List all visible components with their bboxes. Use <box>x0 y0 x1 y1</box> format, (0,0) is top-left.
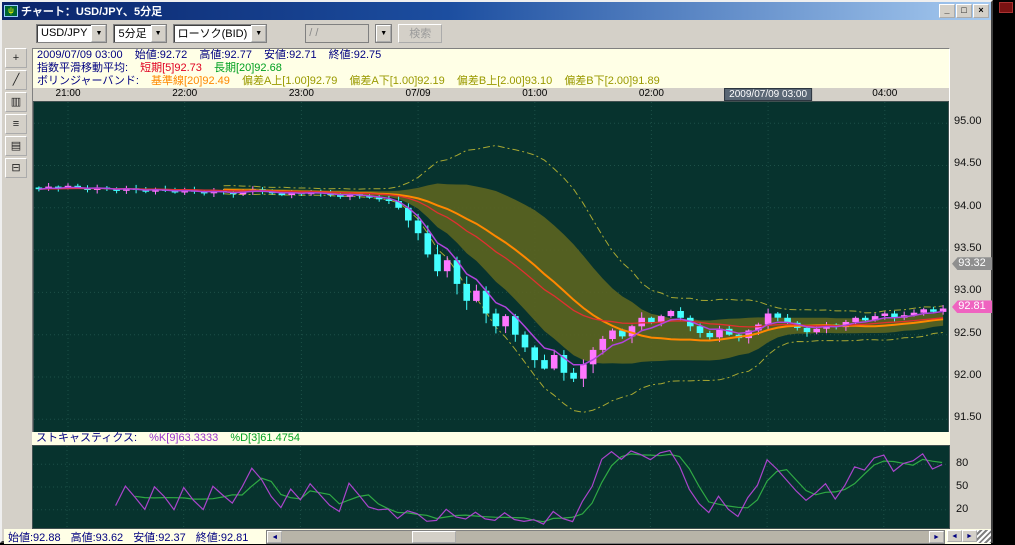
bollinger-label: ボリンジャーバンド: <box>37 75 139 87</box>
list-tool-button[interactable]: ≡ <box>5 114 27 134</box>
maximize-button[interactable]: □ <box>956 4 972 18</box>
stoch-d-value: %D[3]61.4754 <box>230 432 300 444</box>
stoch-k-value: %K[9]63.3333 <box>149 432 218 444</box>
price-tick-label: 92.50 <box>954 327 982 339</box>
stochastics-axis: 80 50 20 <box>954 445 993 529</box>
chart-style-value: ローソク(BID) <box>174 25 252 41</box>
app-icon: ψ <box>4 5 18 17</box>
close-button[interactable]: × <box>973 4 989 18</box>
chevron-down-icon[interactable]: ▼ <box>376 25 391 42</box>
stochastics-legend: ストキャスティクス: %K[9]63.3333 %D[3]61.4754 <box>32 432 950 445</box>
bollinger-legend: ボリンジャーバンド: 基準線[20]92.49 偏差A上[1.00]92.79 … <box>33 75 949 88</box>
price-tick-label: 94.00 <box>954 200 982 212</box>
session-close: 終値:92.81 <box>196 529 249 545</box>
bb-b-up-value: 偏差B上[2.00]93.10 <box>457 75 552 87</box>
ema-long-value: 長期[20]92.68 <box>214 62 282 74</box>
scroll-left-button[interactable]: ◄ <box>267 531 282 543</box>
selected-datetime: 2009/07/09 03:00 <box>37 49 123 61</box>
stochastics-label: ストキャスティクス: <box>36 432 137 444</box>
ema-legend: 指数平滑移動平均: 短期[5]92.73 長期[20]92.68 <box>33 62 949 75</box>
scrollbar-thumb[interactable] <box>412 531 456 543</box>
main-chart-panel: 2009/07/09 03:00 始値:92.72 高値:92.77 安値:92… <box>32 48 950 434</box>
corner-buttons: ◄ ► <box>947 530 991 543</box>
main-chart-canvas[interactable] <box>34 102 948 432</box>
window-title: チャート：USD/JPY、5分足 <box>21 3 938 19</box>
selected-candle-info: 2009/07/09 03:00 始値:92.72 高値:92.77 安値:92… <box>33 49 949 62</box>
search-button[interactable]: 検索 <box>398 24 442 43</box>
price-marker-tag: 93.32 <box>952 257 992 270</box>
price-marker-tag: 92.81 <box>952 300 992 313</box>
ema-label: 指数平滑移動平均: <box>37 62 128 74</box>
price-tick-label: 94.50 <box>954 157 982 169</box>
drawing-toolbar: + ╱ ▥ ≡ ▤ ⊟ <box>5 48 29 180</box>
chevron-down-icon[interactable]: ▼ <box>91 25 106 42</box>
price-tick-label: 92.00 <box>954 369 982 381</box>
date-select[interactable]: ▼ <box>375 24 392 43</box>
price-tick-label: 93.50 <box>954 242 982 254</box>
horizontal-scrollbar[interactable]: ◄ ► <box>266 530 945 544</box>
interval-select[interactable]: 5分足 ▼ <box>113 24 166 43</box>
time-tick-label: 21:00 <box>56 88 81 99</box>
time-tick-label: 02:00 <box>639 88 664 99</box>
selected-open: 始値:92.72 <box>135 49 188 61</box>
time-tick-label: 04:00 <box>872 88 897 99</box>
time-tick-label: 23:00 <box>289 88 314 99</box>
background-close-button-fragment <box>999 2 1013 13</box>
stochastics-canvas[interactable] <box>33 446 947 528</box>
price-tick-label: 91.50 <box>954 411 982 423</box>
bb-b-down-value: 偏差B下[2.00]91.89 <box>564 75 659 87</box>
time-axis: 21:00 22:00 23:00 07/09 01:00 02:00 2009/07/09… <box>33 88 949 101</box>
price-axis: 95.00 94.50 94.00 93.50 93.00 92.50 92.00 91.50… <box>952 100 993 432</box>
session-low: 安値:92.37 <box>133 529 186 545</box>
bb-a-down-value: 偏差A下[1.00]92.19 <box>349 75 444 87</box>
ema-short-value: 短期[5]92.73 <box>140 62 202 74</box>
chart-style-select[interactable]: ローソク(BID) ▼ <box>173 24 268 43</box>
trendline-tool-button[interactable]: ╱ <box>5 70 27 90</box>
resize-grip-icon[interactable] <box>977 530 991 543</box>
date-input[interactable]: / / <box>305 24 369 43</box>
bb-basis-value: 基準線[20]92.49 <box>151 75 230 87</box>
page-right-button[interactable]: ► <box>962 530 977 542</box>
price-tick-label: 93.00 <box>954 284 982 296</box>
toolbar: USD/JPY ▼ 5分足 ▼ ローソク(BID) ▼ / / ▼ 検索 <box>2 20 991 46</box>
session-high: 高値:93.62 <box>71 529 124 545</box>
stoch-tick-label: 50 <box>956 480 968 492</box>
page-left-button[interactable]: ◄ <box>947 530 962 542</box>
time-tick-label: 01:00 <box>522 88 547 99</box>
chevron-down-icon[interactable]: ▼ <box>251 25 266 42</box>
stoch-tick-label: 80 <box>956 457 968 469</box>
selected-close: 終値:92.75 <box>329 49 382 61</box>
bb-a-up-value: 偏差A上[1.00]92.79 <box>242 75 337 87</box>
pair-select[interactable]: USD/JPY ▼ <box>36 24 107 43</box>
cursor-tool-button[interactable]: + <box>5 48 27 68</box>
price-tick-label: 95.00 <box>954 115 982 127</box>
time-tick-label: 22:00 <box>172 88 197 99</box>
interval-select-value: 5分足 <box>114 25 150 41</box>
time-tick-label: 07/09 <box>406 88 431 99</box>
chart-window: ψ チャート：USD/JPY、5分足 _ □ × USD/JPY ▼ 5分足 ▼… <box>0 0 993 543</box>
session-open: 始値:92.88 <box>8 529 61 545</box>
main-chart-area[interactable] <box>33 101 949 433</box>
title-bar[interactable]: ψ チャート：USD/JPY、5分足 _ □ × <box>2 2 991 20</box>
selected-time-badge: 2009/07/09 03:00 <box>724 88 812 101</box>
selected-high: 高値:92.77 <box>199 49 252 61</box>
stoch-tick-label: 20 <box>956 503 968 515</box>
indicator-tool-button[interactable]: ▥ <box>5 92 27 112</box>
selected-low: 安値:92.71 <box>264 49 317 61</box>
chevron-down-icon[interactable]: ▼ <box>151 25 166 42</box>
minimize-button[interactable]: _ <box>939 4 955 18</box>
save-tool-button[interactable]: ⊟ <box>5 158 27 178</box>
status-bar: 始値:92.88 高値:93.62 安値:92.37 終値:92.81 ◄ ► … <box>4 529 991 544</box>
desktop: ψ チャート：USD/JPY、5分足 _ □ × USD/JPY ▼ 5分足 ▼… <box>0 0 1015 545</box>
scrollbar-track[interactable] <box>282 531 929 543</box>
stochastics-chart-area[interactable] <box>32 445 950 529</box>
pair-select-value: USD/JPY <box>37 27 91 39</box>
scroll-right-button[interactable]: ► <box>929 531 944 543</box>
print-tool-button[interactable]: ▤ <box>5 136 27 156</box>
